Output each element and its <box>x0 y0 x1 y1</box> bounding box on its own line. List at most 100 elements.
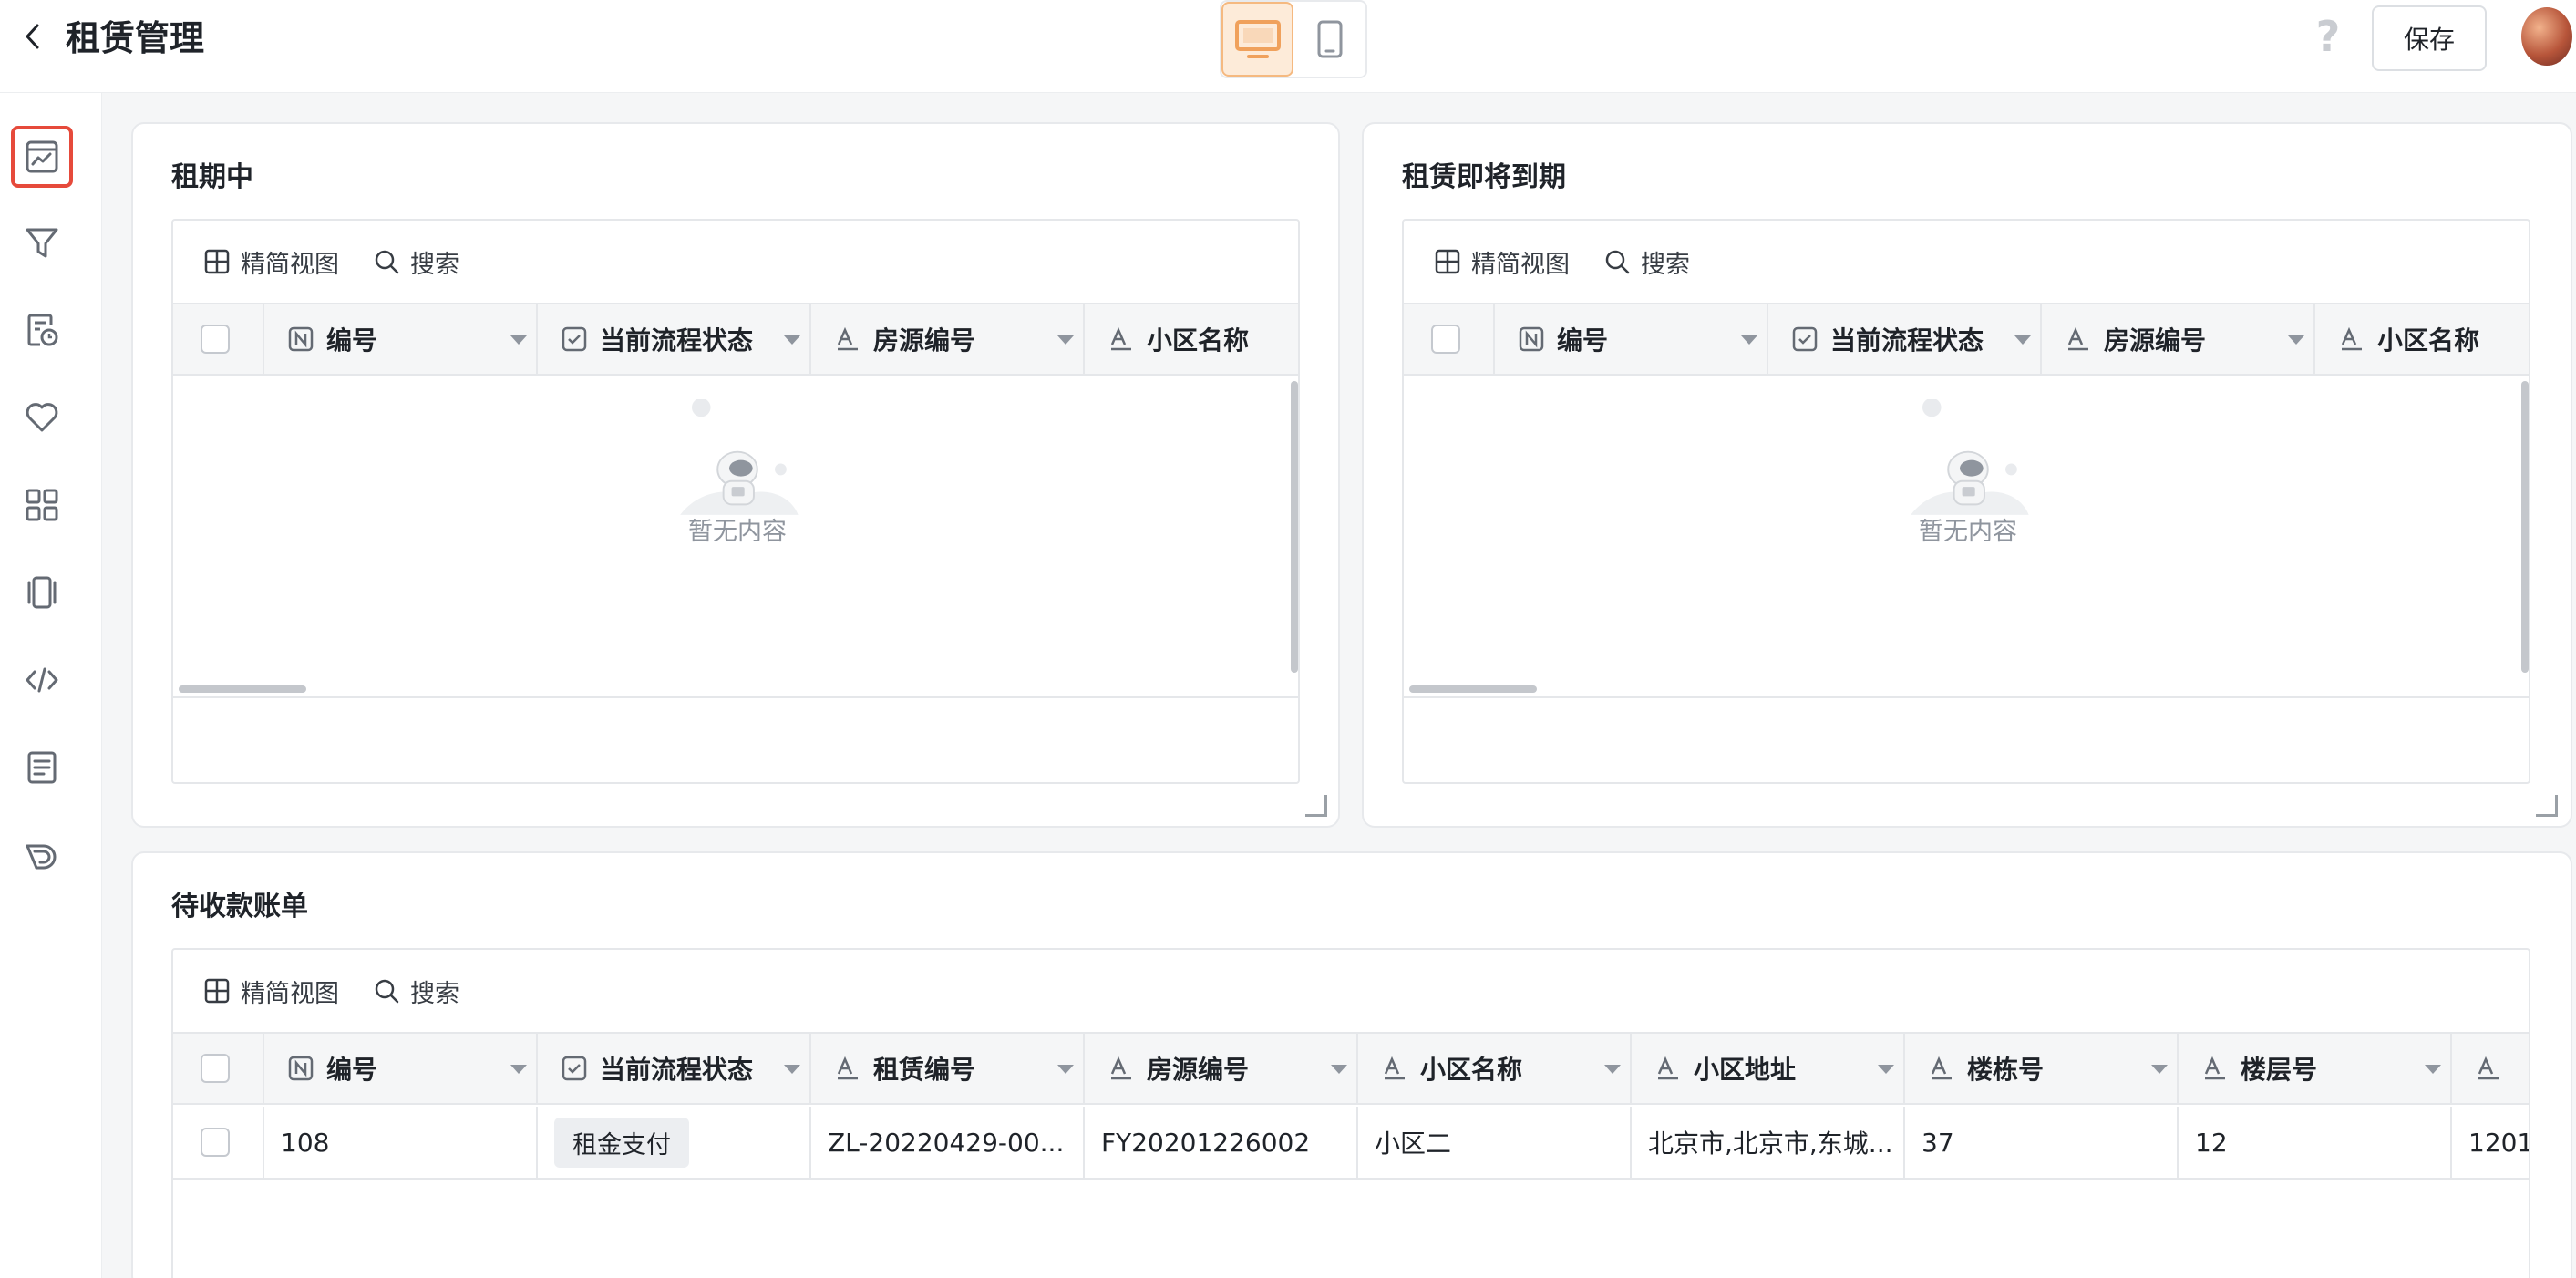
sort-caret-icon[interactable] <box>510 1065 527 1074</box>
avatar[interactable] <box>2521 7 2572 66</box>
vertical-scrollbar[interactable] <box>2521 381 2529 673</box>
search-button[interactable]: 搜索 <box>374 974 459 1009</box>
sidebar <box>0 93 102 1278</box>
mobile-view-button[interactable] <box>1293 2 1365 77</box>
cell-lease-no: ZL-20220429-00... <box>811 1107 1085 1178</box>
cell-id: 108 <box>264 1107 538 1178</box>
table-view-icon <box>1435 249 1460 274</box>
cell-floor: 12 <box>2179 1107 2452 1178</box>
table-receivables: 精简视图 搜索 编号 当前流程状态 租赁编号 房源编号 小区名称 小区地址 楼栋… <box>171 948 2530 1278</box>
help-icon[interactable]: ? <box>2310 12 2346 61</box>
checkbox-field-icon <box>562 326 587 352</box>
text-field-icon <box>837 1056 858 1080</box>
row-select-cell <box>173 1107 264 1178</box>
sidebar-item-document[interactable] <box>11 737 73 799</box>
column-header-room[interactable] <box>2452 1034 2529 1103</box>
sidebar-item-layers[interactable] <box>11 824 73 886</box>
column-header-house-no[interactable]: 房源编号 <box>2042 304 2315 374</box>
horizontal-scrollbar[interactable] <box>179 685 306 693</box>
sort-caret-icon[interactable] <box>1604 1065 1621 1074</box>
compact-view-button[interactable]: 精简视图 <box>1435 244 1570 280</box>
column-header-community[interactable]: 小区名称 <box>1085 304 1298 374</box>
column-header-status[interactable]: 当前流程状态 <box>538 304 811 374</box>
row-checkbox[interactable] <box>201 1128 230 1157</box>
select-all-checkbox[interactable] <box>201 1054 230 1083</box>
back-button[interactable] <box>13 16 53 57</box>
text-field-icon <box>1110 326 1131 351</box>
search-icon <box>375 250 399 274</box>
column-header-building[interactable]: 楼栋号 <box>1905 1034 2179 1103</box>
column-header-house-no[interactable]: 房源编号 <box>811 304 1085 374</box>
status-badge: 租金支付 <box>554 1117 689 1168</box>
desktop-view-button[interactable] <box>1221 2 1294 77</box>
sort-caret-icon[interactable] <box>784 335 800 345</box>
column-header-id[interactable]: 编号 <box>1495 304 1768 374</box>
column-header-lease-no[interactable]: 租赁编号 <box>811 1034 1085 1103</box>
sort-caret-icon[interactable] <box>2151 1065 2168 1074</box>
cell-community: 小区二 <box>1358 1107 1632 1178</box>
column-header-floor[interactable]: 楼层号 <box>2179 1034 2452 1103</box>
table-expiring: 精简视图 搜索 编号 当前流程状态 房源编号 小区名称 暂无内容 <box>1402 219 2530 784</box>
text-field-icon <box>2204 1056 2225 1080</box>
sidebar-item-carousel[interactable] <box>11 562 73 624</box>
column-header-address[interactable]: 小区地址 <box>1632 1034 1905 1103</box>
search-button[interactable]: 搜索 <box>374 244 459 280</box>
cell-house-no: FY20201226002 <box>1085 1107 1358 1178</box>
sidebar-item-code[interactable] <box>11 649 73 711</box>
vertical-scrollbar[interactable] <box>1291 381 1298 673</box>
search-icon <box>375 979 399 1004</box>
desktop-icon <box>1234 20 1281 58</box>
column-label: 当前流程状态 <box>1830 325 1984 356</box>
sort-caret-icon[interactable] <box>1331 1065 1347 1074</box>
sort-caret-icon[interactable] <box>2425 1065 2441 1074</box>
sidebar-item-dashboard[interactable] <box>11 126 73 188</box>
table-toolbar: 精简视图 搜索 <box>1404 221 2529 303</box>
column-header-id[interactable]: 编号 <box>264 1034 538 1103</box>
column-label: 编号 <box>326 1055 378 1085</box>
heart-icon <box>26 403 58 432</box>
sidebar-item-filter[interactable] <box>11 211 73 273</box>
resize-handle[interactable] <box>1305 795 1327 817</box>
compact-view-button[interactable]: 精简视图 <box>204 974 339 1009</box>
column-header-community[interactable]: 小区名称 <box>1358 1034 1632 1103</box>
sidebar-item-report[interactable] <box>11 299 73 361</box>
column-label: 租赁编号 <box>873 1055 976 1085</box>
divider <box>173 696 1298 698</box>
table-row[interactable]: 108 租金支付 ZL-20220429-00... FY20201226002… <box>173 1107 2529 1180</box>
column-header-id[interactable]: 编号 <box>264 304 538 374</box>
search-button[interactable]: 搜索 <box>1604 244 1690 280</box>
grid-icon <box>26 489 58 521</box>
column-label: 房源编号 <box>2104 325 2207 356</box>
sort-caret-icon[interactable] <box>1057 335 1074 345</box>
column-header-community[interactable]: 小区名称 <box>2315 304 2529 374</box>
search-label: 搜索 <box>1641 250 1690 279</box>
resize-handle[interactable] <box>2536 795 2558 817</box>
table-view-icon <box>204 249 230 274</box>
column-label: 编号 <box>1557 325 1609 356</box>
select-all-checkbox[interactable] <box>201 325 230 354</box>
sidebar-item-favorites[interactable] <box>11 386 73 448</box>
sidebar-item-components[interactable] <box>11 474 73 536</box>
text-field-icon <box>1931 1056 1952 1080</box>
column-header-status[interactable]: 当前流程状态 <box>538 1034 811 1103</box>
sort-caret-icon[interactable] <box>1878 1065 1894 1074</box>
empty-state: 暂无内容 <box>1404 377 2529 547</box>
sort-caret-icon[interactable] <box>1057 1065 1074 1074</box>
dashboard-icon <box>26 140 58 173</box>
compact-view-button[interactable]: 精简视图 <box>204 244 339 280</box>
sort-caret-icon[interactable] <box>510 335 527 345</box>
compact-view-label: 精简视图 <box>1471 250 1570 279</box>
sort-caret-icon[interactable] <box>1741 335 1757 345</box>
sort-caret-icon[interactable] <box>784 1065 800 1074</box>
column-header-house-no[interactable]: 房源编号 <box>1085 1034 1358 1103</box>
text-field-icon <box>2478 1056 2499 1080</box>
select-all-checkbox[interactable] <box>1431 325 1460 354</box>
save-button[interactable]: 保存 <box>2372 5 2487 71</box>
top-bar: 租赁管理 ? 保存 <box>0 0 2576 93</box>
column-header-status[interactable]: 当前流程状态 <box>1768 304 2042 374</box>
search-label: 搜索 <box>410 979 459 1008</box>
sort-caret-icon[interactable] <box>2288 335 2304 345</box>
horizontal-scrollbar[interactable] <box>1409 685 1537 693</box>
sort-caret-icon[interactable] <box>2014 335 2031 345</box>
table-header: 编号 当前流程状态 房源编号 小区名称 <box>173 303 1298 376</box>
